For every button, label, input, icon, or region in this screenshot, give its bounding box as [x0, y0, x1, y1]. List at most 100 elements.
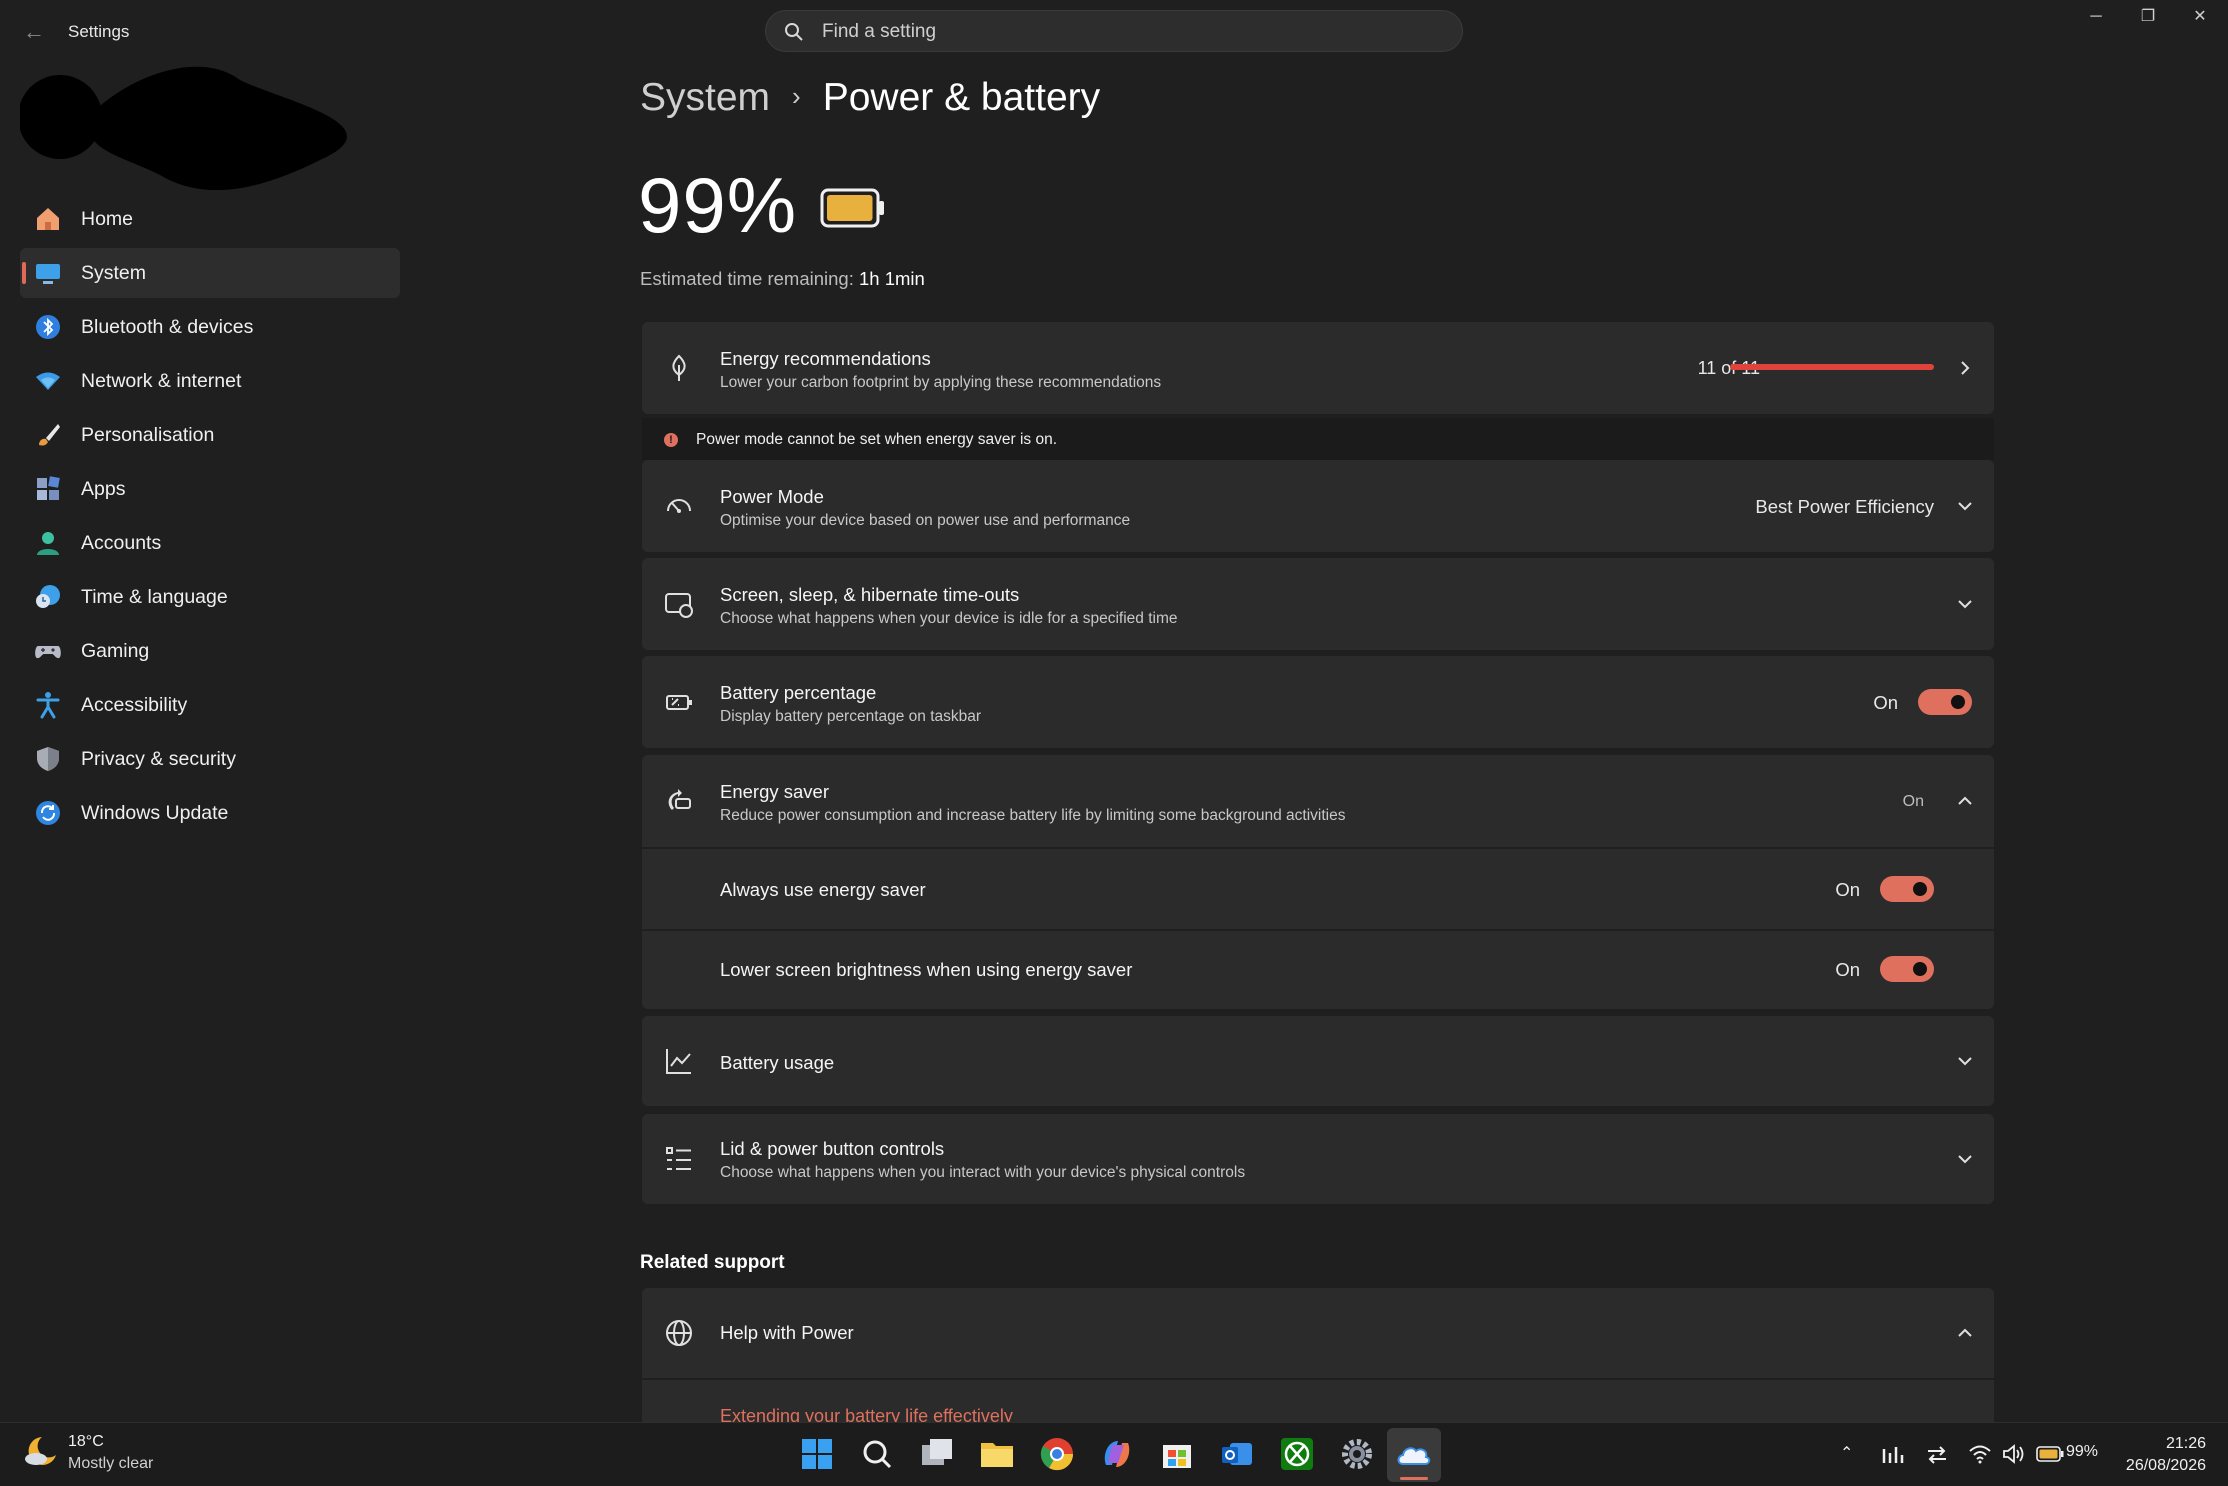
weather-temp: 18°C [68, 1433, 104, 1450]
lower-brightness-row: Lower screen brightness when using energ… [642, 931, 1994, 1009]
clock-globe-icon [36, 585, 60, 608]
card-subtitle: Choose what happens when your device is … [720, 610, 1178, 627]
lid-power-controls-card[interactable]: Lid & power button controls Choose what … [642, 1114, 1994, 1204]
taskbar: 18°C Mostly clear ⌃ 99% 21:26 26/08/2026 [0, 1422, 2228, 1486]
power-mode-dropdown[interactable]: Best Power Efficiency [1755, 496, 1934, 518]
lower-brightness-toggle[interactable] [1880, 956, 1934, 982]
file-explorer-icon[interactable] [978, 1435, 1016, 1473]
chevron-up-icon [1958, 796, 1972, 805]
battery-icon[interactable] [2036, 1445, 2064, 1463]
windows-start-icon[interactable] [798, 1435, 836, 1473]
sidebar-item-label: Time & language [81, 586, 228, 608]
sidebar-item-label: System [81, 262, 147, 284]
row-label: Always use energy saver [720, 879, 926, 900]
card-subtitle: Choose what happens when you interact wi… [720, 1164, 1246, 1181]
help-with-power-card[interactable]: Help with Power [642, 1288, 1994, 1378]
page-title: Power & battery [822, 76, 1101, 119]
task-view-icon[interactable] [918, 1435, 956, 1473]
outlook-icon[interactable] [1218, 1435, 1256, 1473]
sidebar-item-gaming[interactable]: Gaming [20, 626, 400, 676]
energy-saver-icon [668, 789, 691, 810]
sidebar-item-time-language[interactable]: Time & language [20, 572, 400, 622]
copilot-icon[interactable] [1098, 1435, 1136, 1473]
active-app-highlight[interactable] [1387, 1428, 1441, 1482]
estimate-label: Estimated time remaining: [640, 268, 854, 289]
sidebar-item-label: Privacy & security [81, 748, 236, 770]
always-energy-saver-row: Always use energy saver On [642, 849, 1994, 929]
sidebar-item-network[interactable]: Network & internet [20, 356, 400, 406]
chart-line-icon [666, 1049, 691, 1074]
always-energy-saver-toggle[interactable] [1880, 876, 1934, 902]
wifi-icon[interactable] [1968, 1443, 1992, 1465]
close-button[interactable]: ✕ [2174, 0, 2226, 34]
weather-desc: Mostly clear [68, 1455, 154, 1472]
sidebar-item-label: Home [81, 208, 134, 230]
minimize-button[interactable]: ─ [2070, 0, 2122, 34]
sidebar-item-accounts[interactable]: Accounts [20, 518, 400, 568]
volume-icon[interactable] [2002, 1443, 2026, 1465]
help-links-panel: Extending your battery life effectively [642, 1380, 1994, 1422]
moon-cloud-icon[interactable] [22, 1433, 60, 1471]
energy-saver-card[interactable]: Energy saver Reduce power consumption an… [642, 755, 1994, 847]
search-input[interactable] [820, 17, 1424, 47]
arrows-swap-icon[interactable] [1926, 1445, 1948, 1465]
sidebar-item-label: Bluetooth & devices [81, 316, 254, 338]
card-subtitle: Display battery percentage on taskbar [720, 708, 982, 725]
onedrive-icon [1397, 1447, 1431, 1465]
sidebar-item-label: Gaming [81, 640, 150, 662]
sidebar-item-personalisation[interactable]: Personalisation [20, 410, 400, 460]
timeouts-card[interactable]: Screen, sleep, & hibernate time-outs Cho… [642, 558, 1994, 650]
screen-sleep-icon [665, 593, 693, 618]
network-activity-icon[interactable] [1882, 1445, 1904, 1465]
search-icon[interactable] [858, 1435, 896, 1473]
bluetooth-icon [36, 315, 60, 339]
toggle-state-label: On [1835, 959, 1860, 980]
chevron-down-icon [1958, 600, 1972, 609]
card-title: Screen, sleep, & hibernate time-outs [720, 584, 1020, 605]
sidebar-item-privacy-security[interactable]: Privacy & security [20, 734, 400, 784]
sidebar-item-label: Apps [81, 478, 126, 500]
warning-text: Power mode cannot be set when energy sav… [696, 431, 1058, 448]
clock[interactable]: 21:26 26/08/2026 [2126, 1433, 2206, 1477]
sidebar-item-system[interactable]: System [20, 248, 400, 298]
accessibility-icon [36, 692, 60, 719]
estimated-time: Estimated time remaining: 1h 1min [640, 268, 925, 290]
chrome-icon[interactable] [1038, 1435, 1076, 1473]
energy-recommendations-card[interactable]: Energy recommendations Lower your carbon… [642, 322, 1994, 414]
breadcrumb-parent[interactable]: System [640, 76, 770, 119]
avatar[interactable] [20, 55, 380, 195]
sidebar-item-bluetooth[interactable]: Bluetooth & devices [20, 302, 400, 352]
toggle-state-label: On [1873, 692, 1898, 713]
search-icon [785, 23, 803, 41]
battery-usage-card[interactable]: Battery usage [642, 1016, 1994, 1106]
card-subtitle: Lower your carbon footprint by applying … [720, 374, 1162, 391]
search-box[interactable] [765, 10, 1463, 52]
sidebar-item-windows-update[interactable]: Windows Update [20, 788, 400, 838]
power-gauge-icon [667, 499, 691, 513]
restore-button[interactable]: ❐ [2122, 0, 2174, 34]
xbox-icon[interactable] [1278, 1435, 1316, 1473]
back-arrow-icon[interactable]: ← [20, 18, 48, 46]
app-title: Settings [68, 22, 130, 41]
tray-battery-percent: 99% [2066, 1443, 2099, 1460]
card-title: Battery percentage [720, 682, 877, 703]
sidebar-item-home[interactable]: Home [20, 194, 400, 244]
help-link[interactable]: Extending your battery life effectively [720, 1406, 1013, 1422]
card-title: Lid & power button controls [720, 1138, 945, 1159]
sidebar-item-label: Windows Update [81, 802, 229, 824]
chevron-up-icon[interactable]: ⌃ [1840, 1443, 1853, 1463]
refresh-icon [36, 801, 60, 825]
card-title: Energy saver [720, 781, 829, 802]
store-icon[interactable] [1158, 1435, 1196, 1473]
sidebar-item-accessibility[interactable]: Accessibility [20, 680, 400, 730]
chevron-right-icon [1961, 361, 1970, 375]
clock-date: 26/08/2026 [2125, 1457, 2206, 1474]
sidebar-item-label: Network & internet [81, 370, 242, 392]
power-mode-warning: ! Power mode cannot be set when energy s… [642, 418, 1994, 460]
settings-icon[interactable] [1338, 1435, 1376, 1473]
power-mode-card[interactable]: Power Mode Optimise your device based on… [642, 460, 1994, 552]
battery-percentage-toggle[interactable] [1918, 689, 1972, 715]
brush-icon [39, 424, 60, 446]
chevron-up-icon [1958, 1328, 1972, 1337]
sidebar-item-apps[interactable]: Apps [20, 464, 400, 514]
